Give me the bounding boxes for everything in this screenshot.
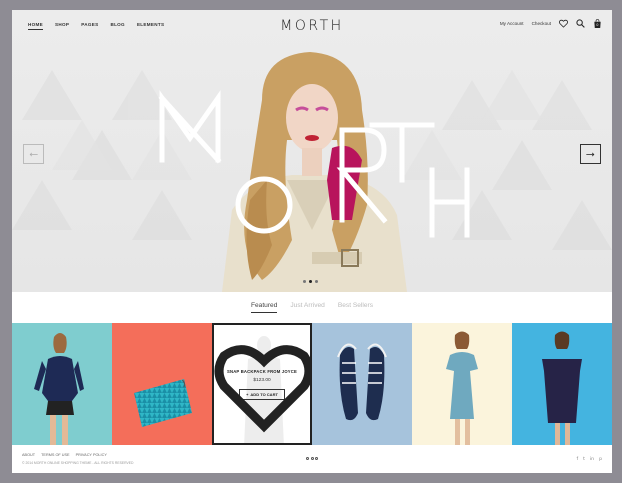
hero-next-button[interactable]: [580, 144, 601, 164]
facebook-icon[interactable]: f: [576, 457, 578, 462]
twitter-icon[interactable]: t: [583, 457, 585, 462]
arrow-left-icon: [29, 152, 38, 156]
hero-dot-active[interactable]: [309, 280, 312, 283]
hero-dot[interactable]: [303, 280, 306, 283]
bag-icon[interactable]: 0: [593, 19, 602, 28]
heart-icon[interactable]: [559, 19, 568, 28]
cart-count-badge: 0: [596, 22, 599, 27]
social-links: f t in p: [576, 457, 602, 462]
product-tile-navy-top[interactable]: [12, 323, 112, 445]
copyright-text: © 2014 MORTH ONLINE SHOPPING THEME - ALL…: [22, 461, 134, 465]
tab-featured[interactable]: Featured: [250, 302, 278, 313]
arrow-right-icon: [586, 152, 595, 156]
site-footer: ABOUT TERMS OF USE PRIVACY POLICY © 2014…: [12, 445, 612, 473]
product-tile-backpack-hover[interactable]: SNAP BACKPACK FROM JOYCE $123.00 + ADD T…: [212, 323, 312, 445]
product-tile-clutch[interactable]: [112, 323, 212, 445]
product-image: [446, 331, 478, 445]
product-image: [134, 379, 192, 427]
my-account-link[interactable]: My Account: [500, 21, 524, 26]
pinterest-icon[interactable]: p: [599, 457, 602, 462]
wishlist-heart-icon[interactable]: [214, 325, 312, 445]
hero-slider: [12, 10, 612, 292]
product-image: [542, 331, 582, 445]
dot: [306, 457, 309, 460]
hero-dot[interactable]: [315, 280, 318, 283]
hero-prev-button[interactable]: [23, 144, 44, 164]
product-tile-floral-dress[interactable]: [412, 323, 512, 445]
footer-terms-link[interactable]: TERMS OF USE: [41, 453, 69, 457]
footer-about-link[interactable]: ABOUT: [22, 453, 35, 457]
product-image: [34, 333, 84, 445]
product-tile-sneakers[interactable]: [312, 323, 412, 445]
hero-morth-title: [158, 90, 470, 238]
product-tile-offshoulder[interactable]: [512, 323, 612, 445]
dot: [315, 457, 318, 460]
product-quick-view: SNAP BACKPACK FROM JOYCE $123.00 + ADD T…: [214, 325, 310, 443]
product-image: [337, 343, 387, 421]
header-actions: My Account Checkout 0: [500, 19, 602, 28]
checkout-link[interactable]: Checkout: [532, 21, 551, 26]
footer-dots-icon[interactable]: [306, 457, 318, 460]
tab-best-sellers[interactable]: Best Sellers: [338, 302, 373, 313]
dot: [310, 457, 314, 460]
tab-just-arrived[interactable]: Just Arrived: [290, 302, 324, 313]
page-frame: HOME SHOP PAGES BLOG ELEMENTS MORTH My A…: [12, 10, 612, 473]
product-tabs: Featured Just Arrived Best Sellers: [12, 302, 612, 313]
hero-pagination: [303, 280, 318, 283]
footer-links: ABOUT TERMS OF USE PRIVACY POLICY: [22, 453, 107, 457]
linkedin-icon[interactable]: in: [590, 457, 594, 462]
footer-privacy-link[interactable]: PRIVACY POLICY: [76, 453, 107, 457]
search-icon[interactable]: [576, 19, 585, 28]
product-grid: SNAP BACKPACK FROM JOYCE $123.00 + ADD T…: [12, 323, 612, 445]
hero-letter-o: [235, 176, 293, 234]
